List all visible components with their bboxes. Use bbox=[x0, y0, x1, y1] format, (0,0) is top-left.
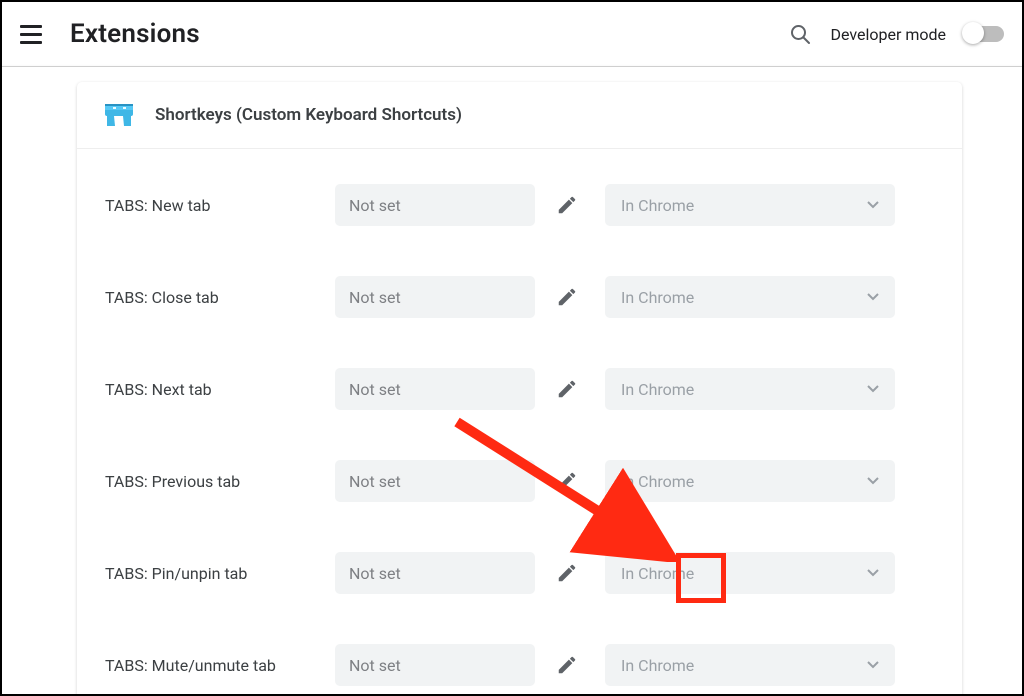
pencil-icon bbox=[556, 654, 578, 676]
shortcut-input[interactable]: Not set bbox=[335, 368, 535, 410]
scope-select[interactable]: In Chrome bbox=[605, 552, 895, 594]
extension-icon bbox=[105, 104, 133, 126]
chevron-down-icon bbox=[867, 385, 879, 393]
edit-button[interactable] bbox=[545, 643, 589, 687]
chevron-down-icon bbox=[867, 293, 879, 301]
edit-button[interactable] bbox=[545, 459, 589, 503]
chevron-down-icon bbox=[867, 477, 879, 485]
extension-name: Shortkeys (Custom Keyboard Shortcuts) bbox=[155, 105, 462, 125]
pencil-icon bbox=[556, 286, 578, 308]
shortcut-input[interactable]: Not set bbox=[335, 184, 535, 226]
shortcut-label: TABS: Mute/unmute tab bbox=[105, 656, 335, 675]
pencil-icon bbox=[556, 378, 578, 400]
scope-select[interactable]: In Chrome bbox=[605, 184, 895, 226]
search-icon bbox=[788, 22, 812, 46]
shortcut-row-2: TABS: Next tab Not set In Chrome bbox=[105, 343, 934, 435]
shortcut-label: TABS: Pin/unpin tab bbox=[105, 564, 335, 583]
page-title: Extensions bbox=[70, 19, 200, 49]
shortcut-input[interactable]: Not set bbox=[335, 460, 535, 502]
scope-select[interactable]: In Chrome bbox=[605, 644, 895, 686]
edit-button[interactable] bbox=[545, 367, 589, 411]
pencil-icon bbox=[556, 194, 578, 216]
shortcut-input[interactable]: Not set bbox=[335, 644, 535, 686]
shortcut-row-5: TABS: Mute/unmute tab Not set In Chrome bbox=[105, 619, 934, 694]
app-bar: Extensions Developer mode bbox=[2, 2, 1022, 66]
search-button[interactable] bbox=[780, 14, 820, 54]
shortcut-label: TABS: New tab bbox=[105, 196, 335, 215]
shortcut-input[interactable]: Not set bbox=[335, 552, 535, 594]
shortcut-label: TABS: Close tab bbox=[105, 288, 335, 307]
pencil-icon bbox=[556, 562, 578, 584]
shortcut-row-3: TABS: Previous tab Not set In Chrome bbox=[105, 435, 934, 527]
extension-shortcuts-card: Shortkeys (Custom Keyboard Shortcuts) TA… bbox=[77, 82, 962, 694]
shortcut-label: TABS: Previous tab bbox=[105, 472, 335, 491]
shortcut-row-1: TABS: Close tab Not set In Chrome bbox=[105, 251, 934, 343]
developer-mode-label: Developer mode bbox=[830, 25, 946, 44]
scope-select[interactable]: In Chrome bbox=[605, 460, 895, 502]
chevron-down-icon bbox=[867, 569, 879, 577]
chevron-down-icon bbox=[867, 661, 879, 669]
edit-button[interactable] bbox=[545, 183, 589, 227]
developer-mode-toggle[interactable] bbox=[964, 26, 1004, 42]
menu-icon[interactable] bbox=[20, 21, 46, 47]
edit-button[interactable] bbox=[545, 275, 589, 319]
shortcut-row-4: TABS: Pin/unpin tab Not set In Chrome bbox=[105, 527, 934, 619]
shortcut-label: TABS: Next tab bbox=[105, 380, 335, 399]
scope-select[interactable]: In Chrome bbox=[605, 276, 895, 318]
chevron-down-icon bbox=[867, 201, 879, 209]
shortcut-row-0: TABS: New tab Not set In Chrome bbox=[105, 159, 934, 251]
scope-select[interactable]: In Chrome bbox=[605, 368, 895, 410]
shortcut-input[interactable]: Not set bbox=[335, 276, 535, 318]
edit-button[interactable] bbox=[545, 551, 589, 595]
pencil-icon bbox=[556, 470, 578, 492]
